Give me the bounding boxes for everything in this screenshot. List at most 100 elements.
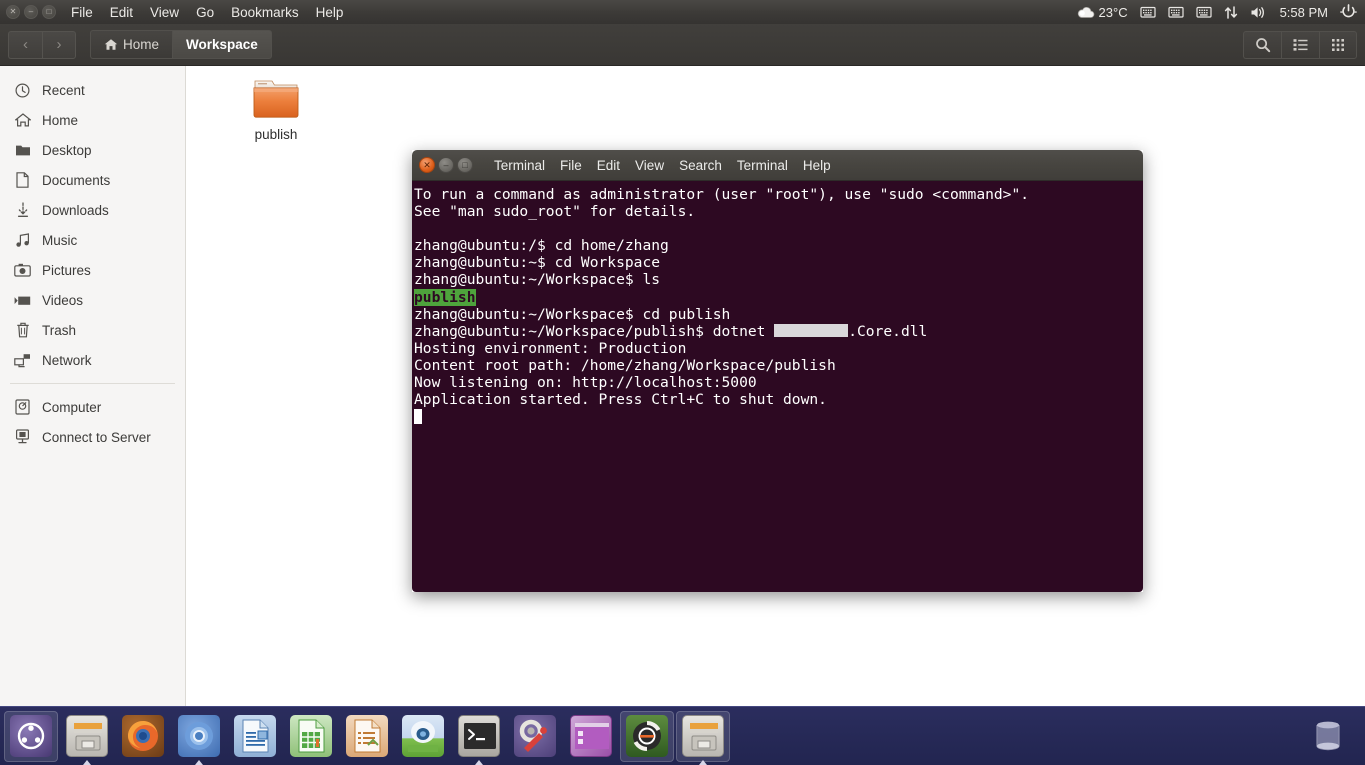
sidebar-item-home[interactable]: Home: [0, 105, 185, 135]
sidebar-item-videos[interactable]: Videos: [0, 285, 185, 315]
weather-indicator[interactable]: 23°C: [1076, 5, 1128, 20]
sidebar-item-desktop[interactable]: Desktop: [0, 135, 185, 165]
minimize-icon[interactable]: –: [24, 5, 38, 19]
terminal-cursor: [414, 409, 422, 425]
list-view-button[interactable]: [1281, 30, 1319, 59]
terminal-output[interactable]: To run a command as administrator (user …: [412, 181, 1143, 592]
breadcrumb-label-home: Home: [123, 37, 160, 52]
launcher-item-workspace-switcher-icon[interactable]: [564, 711, 618, 762]
software-updater-icon: [626, 715, 668, 757]
grid-view-button[interactable]: [1319, 30, 1357, 59]
menu-item-bookmarks[interactable]: Bookmarks: [231, 5, 299, 20]
launcher-item-trash[interactable]: [1301, 711, 1355, 762]
terminal-window[interactable]: ✕ – □ Terminal File Edit View Search Ter…: [412, 150, 1143, 592]
terminal-line: zhang@ubuntu:/$ cd home/zhang: [414, 237, 669, 255]
sidebar-item-network[interactable]: Network: [0, 345, 185, 375]
sidebar-item-connect-to-server[interactable]: Connect to Server: [0, 422, 185, 452]
launcher-item-firefox-icon[interactable]: [116, 711, 170, 762]
terminal-line: Now listening on: http://localhost:5000: [414, 374, 757, 392]
launcher-item-libreoffice-calc-icon[interactable]: [284, 711, 338, 762]
launcher-item-system-settings-icon[interactable]: [508, 711, 562, 762]
menu-item-view[interactable]: View: [150, 5, 179, 20]
launcher-item-ubuntu-dash-icon[interactable]: [4, 710, 58, 762]
launcher-item-files-window-icon[interactable]: [676, 710, 730, 762]
sidebar-item-trash[interactable]: Trash: [0, 315, 185, 345]
terminal-menu-terminal-title[interactable]: Terminal: [494, 158, 545, 173]
sidebar-item-downloads[interactable]: Downloads: [0, 195, 185, 225]
desktop-screen: ✕ – □ File Edit View Go Bookmarks Help 2…: [0, 0, 1365, 765]
terminal-line: Content root path: /home/zhang/Workspace…: [414, 356, 836, 374]
menu-item-help[interactable]: Help: [316, 5, 344, 20]
sidebar-divider: [10, 383, 175, 384]
forward-button[interactable]: ›: [42, 30, 76, 59]
keyboard-indicator-2[interactable]: [1167, 5, 1184, 19]
close-icon[interactable]: ✕: [6, 5, 20, 19]
sidebar-item-pictures[interactable]: Pictures: [0, 255, 185, 285]
terminal-menu-help[interactable]: Help: [803, 158, 831, 173]
sidebar-item-documents[interactable]: Documents: [0, 165, 185, 195]
power-indicator[interactable]: [1340, 4, 1357, 20]
sidebar-label-recent: Recent: [42, 82, 85, 98]
terminal-menu-terminal[interactable]: Terminal: [737, 158, 788, 173]
maximize-icon[interactable]: □: [42, 5, 56, 19]
launcher-item-chromium-icon[interactable]: [172, 711, 226, 762]
launcher-item-software-updater-icon[interactable]: [620, 710, 674, 762]
keyboard-indicator-3[interactable]: [1195, 5, 1212, 19]
breadcrumb-item-home[interactable]: Home: [90, 30, 173, 59]
breadcrumb-item-workspace[interactable]: Workspace: [172, 30, 272, 59]
document-icon: [14, 172, 31, 189]
terminal-minimize-icon[interactable]: –: [438, 157, 454, 173]
sidebar: Recent Home Desktop Documents Downloads: [0, 66, 186, 706]
sidebar-item-music[interactable]: Music: [0, 225, 185, 255]
chromium-icon: [178, 715, 220, 757]
ubuntu-dash-icon: [10, 715, 52, 757]
terminal-line: publish: [414, 288, 1143, 306]
sidebar-label-documents: Documents: [42, 172, 111, 188]
search-button[interactable]: [1243, 30, 1281, 59]
clock-icon: [14, 82, 31, 99]
terminal-maximize-icon[interactable]: □: [457, 157, 473, 173]
grid-view-icon: [1332, 38, 1344, 51]
sidebar-label-computer: Computer: [42, 399, 102, 415]
terminal-menu-view[interactable]: View: [635, 158, 664, 173]
cloud-icon: [1077, 6, 1094, 18]
keyboard-indicator-1[interactable]: [1139, 5, 1156, 19]
back-button[interactable]: ‹: [8, 30, 42, 59]
launcher-item-software-center-icon[interactable]: [396, 711, 450, 762]
sidebar-item-computer[interactable]: Computer: [0, 392, 185, 422]
files-window-icon: [682, 715, 724, 757]
terminal-titlebar[interactable]: ✕ – □ Terminal File Edit View Search Ter…: [412, 150, 1143, 181]
network-indicator[interactable]: [1224, 5, 1238, 20]
files-icon: [66, 715, 108, 757]
top-panel: ✕ – □ File Edit View Go Bookmarks Help 2…: [0, 0, 1365, 24]
terminal-menu-search[interactable]: Search: [679, 158, 722, 173]
redacted-text-block: [774, 323, 849, 337]
launcher-item-terminal-icon[interactable]: [452, 711, 506, 762]
sidebar-label-videos: Videos: [42, 292, 84, 308]
menu-item-edit[interactable]: Edit: [110, 5, 133, 20]
sidebar-label-desktop: Desktop: [42, 142, 92, 158]
network-icon: [14, 352, 31, 369]
menu-item-file[interactable]: File: [71, 5, 93, 20]
terminal-menu-file[interactable]: File: [560, 158, 582, 173]
home-icon: [104, 39, 118, 50]
launcher-item-files-icon[interactable]: [60, 711, 114, 762]
terminal-line: Hosting environment: Production: [414, 339, 687, 357]
header-actions: [1243, 30, 1357, 59]
terminal-close-icon[interactable]: ✕: [419, 157, 435, 173]
sidebar-label-downloads: Downloads: [42, 202, 109, 218]
volume-indicator[interactable]: [1250, 5, 1268, 20]
global-window-controls[interactable]: ✕ – □: [0, 5, 63, 19]
keyboard-icon: [1195, 6, 1212, 18]
sidebar-label-music: Music: [42, 232, 78, 248]
launcher-item-libreoffice-writer-icon[interactable]: [228, 711, 282, 762]
clock-indicator[interactable]: 5:58 PM: [1280, 5, 1328, 20]
launcher-item-libreoffice-impress-icon[interactable]: [340, 711, 394, 762]
file-item-publish[interactable]: publish: [228, 76, 324, 142]
menu-item-go[interactable]: Go: [196, 5, 214, 20]
sidebar-item-recent[interactable]: Recent: [0, 75, 185, 105]
server-icon: [14, 429, 31, 446]
terminal-menu-edit[interactable]: Edit: [597, 158, 620, 173]
terminal-line: To run a command as administrator (user …: [414, 186, 1030, 203]
sidebar-label-network: Network: [42, 352, 92, 368]
